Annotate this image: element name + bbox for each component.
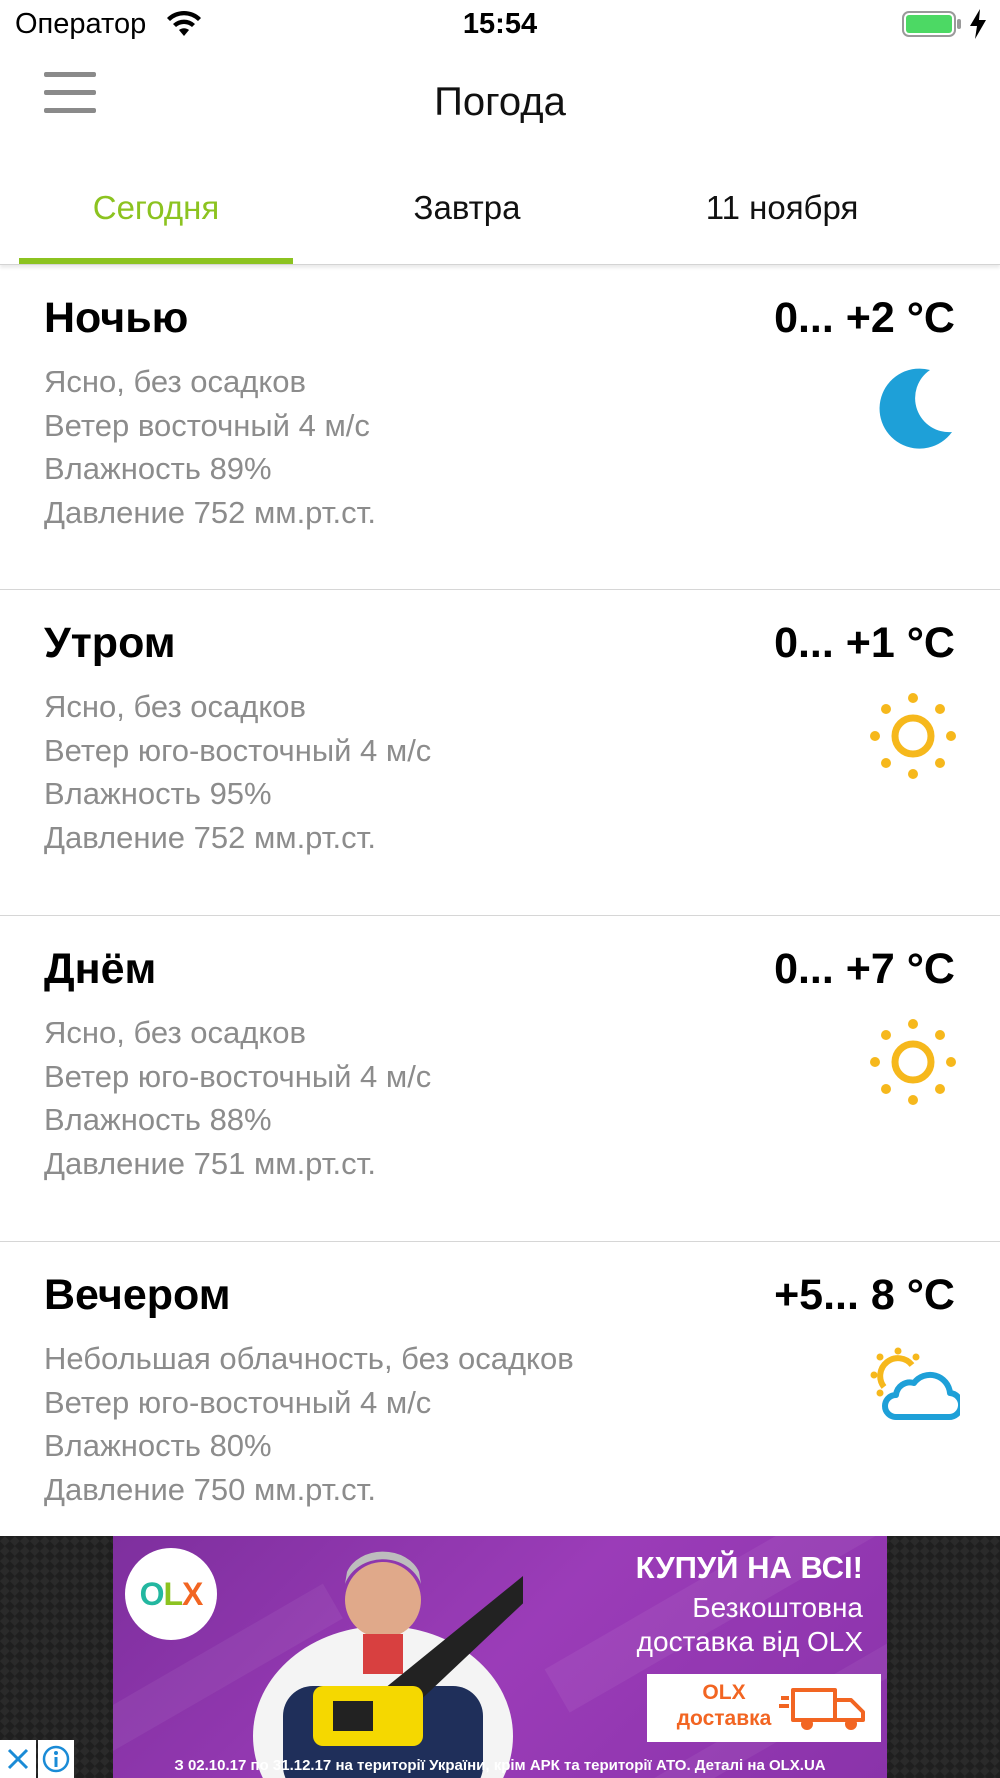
delivery-line-1: OLX xyxy=(702,1681,746,1704)
humidity-text: Влажность 80% xyxy=(44,1428,272,1463)
temperature-range: 0... +2 °C xyxy=(774,294,955,342)
ad-subline-1: Безкоштовна xyxy=(692,1592,863,1623)
pressure-text: Давление 752 мм.рт.ст. xyxy=(44,820,376,855)
close-icon[interactable] xyxy=(0,1740,36,1778)
info-icon[interactable] xyxy=(38,1740,74,1778)
condition-text: Ясно, без осадков xyxy=(44,1015,306,1050)
page-title: Погода xyxy=(434,80,566,124)
humidity-text: Влажность 88% xyxy=(44,1102,272,1137)
wind-text: Ветер юго-восточный 4 м/с xyxy=(44,1059,432,1094)
forecast-item-day: Днём 0... +7 °C Ясно, без осадков Ветер … xyxy=(0,915,1000,1242)
moon-icon xyxy=(879,368,952,449)
battery-icon xyxy=(902,11,961,37)
forecast-item-evening: Вечером +5... 8 °C Небольшая облачность,… xyxy=(0,1241,1000,1536)
status-time: 15:54 xyxy=(462,8,538,40)
sun-icon xyxy=(870,1019,956,1105)
period-label: Ночью xyxy=(44,294,189,342)
humidity-text: Влажность 95% xyxy=(44,776,272,811)
period-label: Утром xyxy=(44,619,176,667)
humidity-text: Влажность 89% xyxy=(44,451,272,486)
temperature-range: 0... +1 °C xyxy=(774,619,955,667)
temperature-range: 0... +7 °C xyxy=(774,945,955,993)
partly-cloudy-icon xyxy=(870,1347,960,1421)
wind-text: Ветер юго-восточный 4 м/с xyxy=(44,733,432,768)
olx-logo-text: OLX xyxy=(139,1575,204,1612)
ad-person-image xyxy=(253,1551,523,1778)
olx-logo: OLX xyxy=(125,1548,217,1640)
nav-bar: Погода xyxy=(0,52,1000,152)
tab-nov-11[interactable]: 11 ноября xyxy=(645,152,919,264)
wind-text: Ветер восточный 4 м/с xyxy=(44,408,370,443)
sun-icon xyxy=(870,693,956,779)
delivery-badge-text: OLX доставка xyxy=(669,1680,779,1732)
condition-text: Ясно, без осадков xyxy=(44,689,306,724)
period-label: Днём xyxy=(44,945,157,993)
charging-icon xyxy=(970,9,986,39)
pressure-text: Давление 751 мм.рт.ст. xyxy=(44,1146,376,1181)
day-tabs: Сегодня Завтра 11 ноября xyxy=(0,152,1000,265)
ad-container: OLX КУПУЙ НА ВСІ! Безкоштовна доставка в… xyxy=(0,1536,1000,1778)
truck-icon xyxy=(779,1688,865,1730)
condition-text: Небольшая облачность, без осадков xyxy=(44,1341,574,1376)
weather-screen: Оператор 15:54 Погода Сегодня Завтра 11 … xyxy=(0,0,1000,1778)
pressure-text: Давление 750 мм.рт.ст. xyxy=(44,1472,376,1507)
ad-footnote: З 02.10.17 по 31.12.17 на території Укра… xyxy=(174,1757,826,1774)
forecast-item-night: Ночью 0... +2 °C Ясно, без осадков Ветер… xyxy=(0,264,1000,590)
pressure-text: Давление 752 мм.рт.ст. xyxy=(44,495,376,530)
wind-text: Ветер юго-восточный 4 м/с xyxy=(44,1385,432,1420)
tab-tomorrow[interactable]: Завтра xyxy=(330,152,604,264)
condition-text: Ясно, без осадков xyxy=(44,364,306,399)
ad-headline: КУПУЙ НА ВСІ! xyxy=(635,1550,863,1585)
olx-delivery-badge: OLX доставка xyxy=(647,1674,881,1742)
tab-today[interactable]: Сегодня xyxy=(19,152,293,264)
forecast-item-morning: Утром 0... +1 °C Ясно, без осадков Ветер… xyxy=(0,589,1000,916)
status-bar: Оператор 15:54 xyxy=(0,0,1000,52)
temperature-range: +5... 8 °C xyxy=(774,1271,955,1319)
period-label: Вечером xyxy=(44,1271,231,1319)
ad-subline-2: доставка від OLX xyxy=(636,1626,863,1657)
delivery-line-2: доставка xyxy=(676,1707,772,1730)
ad-banner[interactable]: OLX КУПУЙ НА ВСІ! Безкоштовна доставка в… xyxy=(113,1536,887,1778)
